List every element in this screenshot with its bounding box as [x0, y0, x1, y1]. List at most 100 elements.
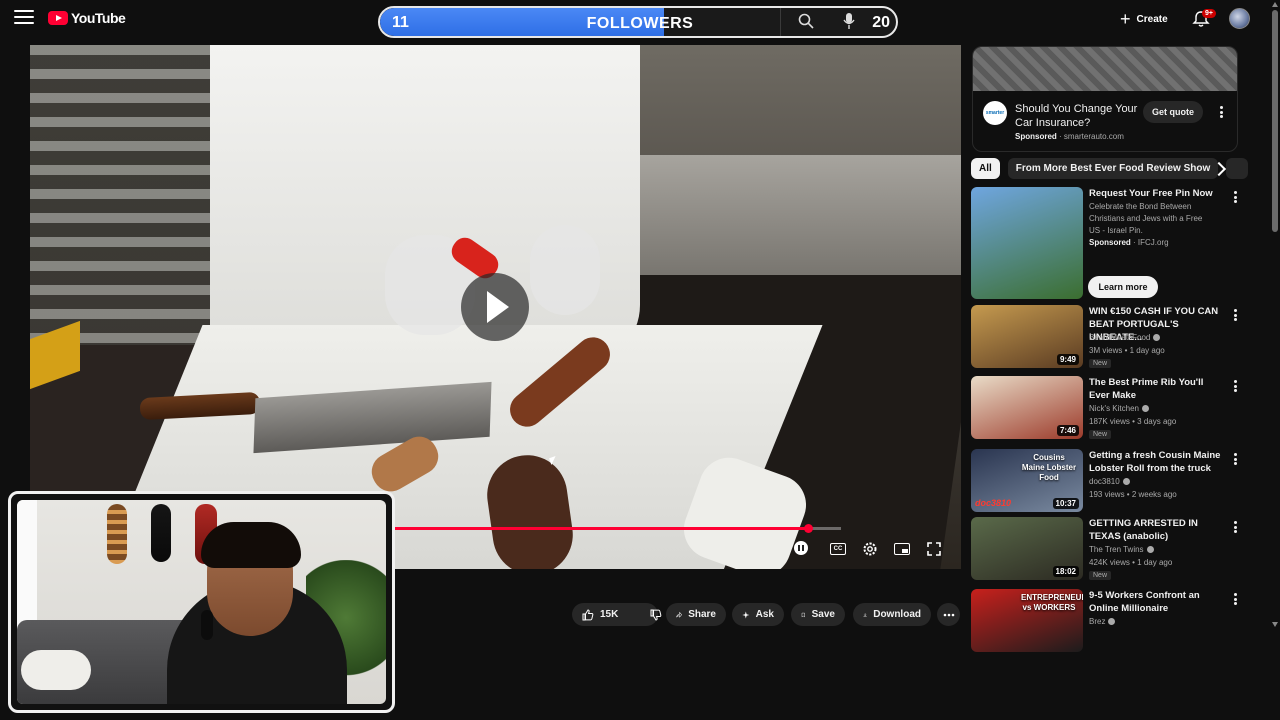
bookmark-icon [801, 612, 805, 617]
miniplayer-icon[interactable] [893, 541, 911, 557]
more-options-icon[interactable] [1233, 191, 1237, 203]
channel-name-text: The Tren Twins [1089, 545, 1144, 554]
sparkle-icon [742, 610, 750, 619]
video-thumbnail[interactable]: ENTREPRENEUR vs WORKERS [971, 589, 1083, 652]
channel-name-text: doc3810 [1089, 477, 1120, 486]
video-thumbnail[interactable] [971, 187, 1083, 299]
video-stats: 424K views • 1 day ago [1089, 558, 1173, 567]
settings-gear-icon[interactable] [861, 541, 879, 557]
channel-name[interactable]: The Tren Twins [1089, 545, 1154, 554]
filter-chips: All From More Best Ever Food Review Show [971, 158, 1249, 180]
video-scene-glove [530, 225, 600, 315]
chip-partial[interactable] [1226, 158, 1249, 179]
more-options-icon[interactable] [1233, 593, 1237, 605]
chip-from-series[interactable]: From More Best Ever Food Review Show [1007, 158, 1219, 179]
more-options-icon[interactable] [1233, 380, 1237, 392]
account-avatar[interactable] [1229, 8, 1250, 29]
subtitles-button[interactable]: CC [829, 541, 847, 557]
video-title[interactable]: Request Your Free Pin Now [1089, 187, 1223, 200]
share-label: Share [688, 609, 716, 620]
video-stats: 187K views • 3 days ago [1089, 417, 1177, 426]
video-duration: 10:37 [1052, 498, 1079, 509]
thumbnail-tag: doc3810 [975, 498, 1012, 508]
more-actions-button[interactable] [937, 603, 960, 626]
miniplayer-glyph [894, 543, 910, 555]
fullscreen-icon[interactable] [925, 541, 943, 557]
create-button[interactable]: + Create [1120, 8, 1168, 30]
get-quote-button[interactable]: Get quote [1143, 101, 1203, 123]
more-horizontal-icon [943, 613, 954, 616]
channel-name[interactable]: BeardMeatsFood [1089, 333, 1161, 342]
play-icon[interactable] [461, 273, 529, 341]
channel-name-text: BeardMeatsFood [1089, 333, 1151, 342]
ad-more-options-icon[interactable] [1219, 106, 1223, 118]
verified-badge-icon [1108, 618, 1116, 626]
more-options-icon[interactable] [1233, 453, 1237, 465]
download-button[interactable]: Download [853, 603, 931, 626]
video-thumbnail[interactable]: Cousins Maine Lobster Food doc3810 10:37 [971, 449, 1083, 512]
followers-goal-overlay: 11 FOLLOWERS 20 [378, 6, 898, 38]
thumbnail-text: ENTREPRENEUR vs WORKERS [1021, 593, 1083, 612]
ad-sponsored-label: Sponsored [1089, 238, 1131, 247]
video-stats: 3M views • 1 day ago [1089, 346, 1165, 355]
like-button[interactable]: 15K [572, 603, 628, 626]
save-button[interactable]: Save [791, 603, 845, 626]
scroll-down-arrow-icon[interactable] [1272, 622, 1278, 627]
more-options-icon[interactable] [1233, 521, 1237, 533]
channel-name-text: Brez [1089, 617, 1106, 626]
channel-name[interactable]: Nick's Kitchen [1089, 404, 1149, 413]
video-duration: 18:02 [1052, 566, 1079, 577]
ad-meta: Sponsored · smarterauto.com [1015, 132, 1124, 141]
channel-name[interactable]: doc3810 [1089, 477, 1130, 486]
verified-badge-icon [1142, 405, 1149, 413]
more-options-icon[interactable] [1233, 309, 1237, 321]
thumbs-down-icon [650, 609, 662, 621]
video-duration: 7:46 [1056, 425, 1079, 436]
scrollbar-thumb[interactable] [1272, 10, 1278, 232]
video-duration: 9:49 [1056, 354, 1079, 365]
recommended-video[interactable]: Cousins Maine Lobster Food doc3810 10:37 Ge… [971, 449, 1241, 513]
webcam-scene-person-hair [201, 522, 301, 568]
channel-name[interactable]: Brez [1089, 617, 1116, 626]
pause-icon[interactable] [794, 541, 808, 555]
ad-sponsored-label: Sponsored [1015, 132, 1057, 141]
video-thumbnail[interactable]: 18:02 [971, 517, 1083, 580]
webcam-scene-headset [201, 610, 213, 640]
recommended-video[interactable]: 9:49 WIN €150 CASH IF YOU CAN BEAT PORTUG… [971, 305, 1241, 369]
streamer-webcam-overlay [8, 491, 395, 713]
sponsored-ad-card[interactable]: smarter Should You Change Your Car Insur… [972, 46, 1238, 152]
recommended-video[interactable]: 18:02 GETTING ARRESTED IN TEXAS (anabolic… [971, 517, 1241, 581]
share-button[interactable]: Share [666, 603, 726, 626]
video-thumbnail[interactable]: 7:46 [971, 376, 1083, 439]
hamburger-menu-icon[interactable] [14, 10, 34, 26]
video-title[interactable]: GETTING ARRESTED IN TEXAS (anabolic) [1089, 517, 1223, 543]
ad-title[interactable]: Should You Change Your Car Insurance? [1015, 102, 1145, 130]
chip-all[interactable]: All [971, 158, 1000, 179]
youtube-logo[interactable]: YouTube [48, 10, 126, 26]
video-progress-fill [395, 527, 808, 530]
save-label: Save [811, 609, 835, 620]
ad-banner-image [973, 47, 1237, 91]
microphone-icon[interactable] [842, 12, 856, 30]
video-progress-scrubber[interactable] [803, 524, 813, 533]
video-title[interactable]: The Best Prime Rib You'll Ever Make [1089, 376, 1223, 402]
recommended-video[interactable]: 7:46 The Best Prime Rib You'll Ever Make N… [971, 376, 1241, 440]
learn-more-button[interactable]: Learn more [1088, 276, 1158, 298]
plus-icon: + [1120, 9, 1131, 29]
recommended-video[interactable]: ENTREPRENEUR vs WORKERS 9-5 Workers Confr… [971, 589, 1241, 653]
ask-label: Ask [755, 609, 774, 620]
video-thumbnail[interactable]: 9:49 [971, 305, 1083, 368]
webcam-scene-skateboard [107, 504, 127, 564]
scroll-up-arrow-icon[interactable] [1272, 2, 1278, 7]
top-bar: YouTube 11 FOLLOWERS 20 + Create 9+ [0, 0, 1280, 40]
video-progress-bar[interactable] [395, 524, 841, 533]
ask-button[interactable]: Ask [732, 603, 784, 626]
thumbnail-text: Cousins Maine Lobster Food [1021, 453, 1077, 482]
thumbs-up-icon [582, 608, 594, 620]
webcam-feed [17, 500, 386, 704]
video-title[interactable]: 9-5 Workers Confront an Online Millionai… [1089, 589, 1223, 615]
video-title[interactable]: Getting a fresh Cousin Maine Lobster Rol… [1089, 449, 1223, 475]
create-label: Create [1136, 13, 1168, 25]
search-icon[interactable] [798, 13, 814, 29]
ad-meta: Sponsored · IFCJ.org [1089, 238, 1169, 247]
